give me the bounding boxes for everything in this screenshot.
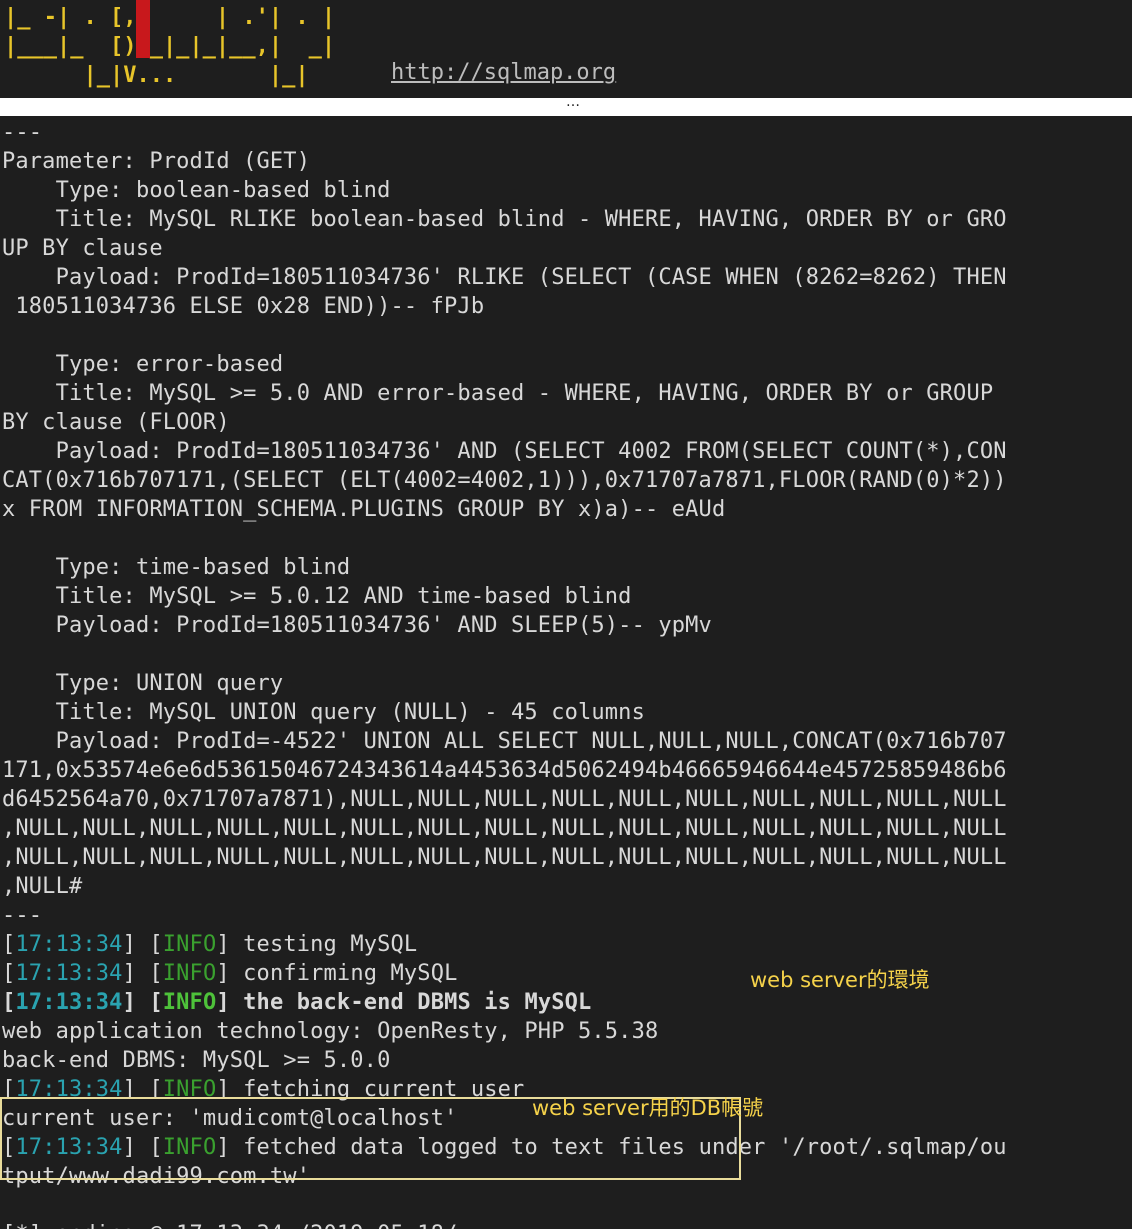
terminal-line: Parameter: ProdId (GET) — [2, 149, 311, 174]
terminal-line: CAT(0x716b707171,(SELECT (ELT(4002=4002,… — [2, 468, 1007, 493]
terminal-line: Title: MySQL >= 5.0 AND error-based - WH… — [2, 381, 994, 406]
terminal-line: --- — [2, 903, 43, 928]
sqlmap-output-terminal: --- Parameter: ProdId (GET) Type: boolean… — [0, 116, 1132, 1229]
terminal-line: x FROM INFORMATION_SCHEMA.PLUGINS GROUP … — [2, 497, 726, 522]
log-bracket: ] [ — [122, 932, 163, 957]
env-annotation: web server的環境 — [750, 968, 930, 992]
terminal-line: 171,0x53574e6e6d53615046724343614a445363… — [2, 758, 1007, 783]
terminal-line: Title: MySQL RLIKE boolean-based blind -… — [2, 207, 1007, 232]
terminal-line: Title: MySQL UNION query (NULL) - 45 col… — [2, 700, 645, 725]
log-level: INFO — [162, 990, 217, 1015]
log-timestamp: 17:13:34 — [15, 932, 123, 957]
terminal-line: Payload: ProdId=-4522' UNION ALL SELECT … — [2, 729, 1007, 754]
terminal-line: BY clause (FLOOR) — [2, 410, 230, 435]
log-line: [17:13:34] [INFO] testing MySQL — [2, 930, 1007, 959]
banner-line-1: |_ -| . [,] | .'| . | — [4, 5, 336, 30]
environment-line: web application technology: OpenResty, P… — [2, 1019, 659, 1044]
ellipsis-separator: … — [566, 94, 580, 110]
terminal-line: Type: UNION query — [2, 671, 284, 696]
terminal-line: 180511034736 ELSE 0x28 END))-- fPJb — [2, 294, 485, 319]
log-message: confirming MySQL — [243, 961, 458, 986]
terminal-line: ,NULL,NULL,NULL,NULL,NULL,NULL,NULL,NULL… — [2, 816, 1007, 841]
terminal-line: Type: time-based blind — [2, 555, 351, 580]
log-bracket: ] [ — [122, 990, 163, 1015]
terminal-line: Title: MySQL >= 5.0.12 AND time-based bl… — [2, 584, 632, 609]
log-level: INFO — [162, 932, 217, 957]
log-bracket: ] — [216, 961, 244, 986]
terminal-line: ,NULL# — [2, 874, 83, 899]
db-account-annotation: web server用的DB帳號 — [532, 1096, 764, 1120]
log-bracket: ] [ — [122, 961, 163, 986]
terminal-line: Payload: ProdId=180511034736' RLIKE (SEL… — [2, 265, 1007, 290]
terminal-line: UP BY clause — [2, 236, 163, 261]
log-timestamp: 17:13:34 — [15, 990, 123, 1015]
log-bracket: ] — [216, 990, 244, 1015]
log-bracket: ] — [216, 932, 244, 957]
banner-line-3: |_|V... |_| — [4, 63, 309, 88]
terminal-line: Payload: ProdId=180511034736' AND SLEEP(… — [2, 613, 712, 638]
terminal-line: d6452564a70,0x71707a7871),NULL,NULL,NULL… — [2, 787, 1007, 812]
terminal-line: Type: boolean-based blind — [2, 178, 391, 203]
log-message: testing MySQL — [243, 932, 418, 957]
sqlmap-banner-terminal: |_ -| . [,] | .'| . | |___|_ [)]_|_|_|__… — [0, 0, 1132, 98]
log-message: the back-end DBMS is MySQL — [243, 990, 592, 1015]
terminal-line: Payload: ProdId=180511034736' AND (SELEC… — [2, 439, 1007, 464]
terminal-line: --- — [2, 120, 43, 145]
log-bracket: [ — [2, 990, 16, 1015]
terminal-line: [*] ending @ 17:13:34 /2019-05-18/ — [2, 1220, 1007, 1229]
log-timestamp: 17:13:34 — [15, 961, 123, 986]
log-bracket: [ — [2, 961, 16, 986]
terminal-line: ,NULL,NULL,NULL,NULL,NULL,NULL,NULL,NULL… — [2, 845, 1007, 870]
sqlmap-url-link[interactable]: http://sqlmap.org — [391, 60, 616, 85]
environment-line: back-end DBMS: MySQL >= 5.0.0 — [2, 1048, 391, 1073]
banner-red-highlight — [136, 0, 150, 58]
terminal-output-lines: --- Parameter: ProdId (GET) Type: boolean… — [2, 118, 1007, 1229]
terminal-line: Type: error-based — [2, 352, 284, 377]
log-level: INFO — [162, 961, 217, 986]
banner-line-2: |___|_ [)]_|_|_|__,| _| — [4, 34, 336, 59]
log-bracket: [ — [2, 932, 16, 957]
